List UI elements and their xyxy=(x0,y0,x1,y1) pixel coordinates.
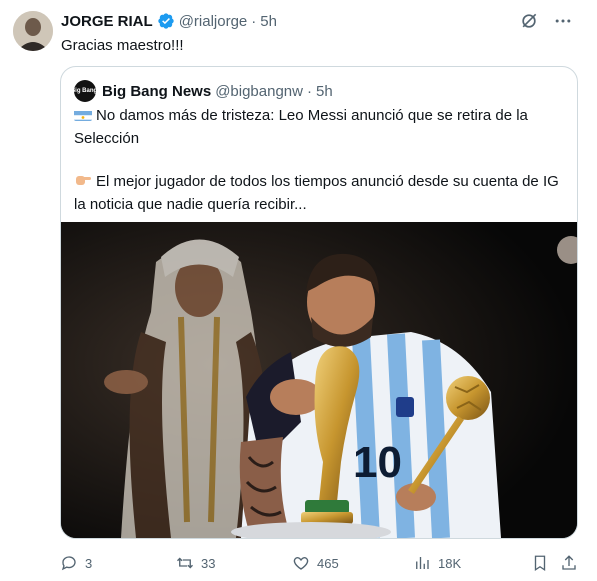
retweet-count: 33 xyxy=(201,555,216,571)
quoted-header-separator: · xyxy=(306,82,312,100)
share-button[interactable] xyxy=(560,553,578,573)
quoted-tweet-header: Big Bang! Big Bang News @bigbangnw · 5h xyxy=(71,80,333,102)
verified-badge-icon xyxy=(158,13,174,29)
share-icon xyxy=(562,555,576,570)
reply-count: 3 xyxy=(85,555,93,571)
bookmark-icon xyxy=(534,555,546,572)
quoted-text-line2: El mejor jugador de todos los tiempos an… xyxy=(74,173,559,213)
quoted-tweet-photo[interactable]: 10 xyxy=(61,222,577,538)
author-avatar[interactable] xyxy=(13,11,53,51)
bookmark-button[interactable] xyxy=(531,553,549,573)
tweet-action-bar: 3 33 465 18K xyxy=(60,553,578,573)
views-button[interactable]: 18K xyxy=(413,553,461,573)
grok-icon[interactable] xyxy=(519,11,539,31)
tweet-top-actions xyxy=(519,11,573,31)
avatar-image xyxy=(13,11,53,51)
messi-trophy-photo: 10 xyxy=(61,222,577,538)
tweet-header: JORGE RIAL @rialjorge · 5h xyxy=(61,12,277,30)
analytics-icon xyxy=(416,557,429,569)
quoted-author-handle[interactable]: @bigbangnw xyxy=(215,83,303,100)
reply-button[interactable]: 3 xyxy=(60,553,92,573)
author-handle[interactable]: @rialjorge xyxy=(179,13,248,30)
quoted-author-avatar[interactable]: Big Bang! xyxy=(71,80,99,102)
quoted-tweet-card[interactable]: Big Bang! Big Bang News @bigbangnw · 5h … xyxy=(60,66,578,539)
reply-icon xyxy=(61,556,76,571)
tweet-text: Gracias maestro!!! xyxy=(61,37,184,54)
argentina-flag-icon xyxy=(74,108,92,121)
retweet-icon xyxy=(177,557,193,569)
heart-icon xyxy=(293,557,309,570)
tweet-time[interactable]: 5h xyxy=(260,13,277,30)
jersey-number: 10 xyxy=(353,438,402,487)
quoted-tweet-time[interactable]: 5h xyxy=(316,83,333,100)
like-button[interactable]: 465 xyxy=(292,553,339,573)
quoted-text-line1: No damos más de tristeza: Leo Messi anun… xyxy=(74,107,528,147)
header-separator: · xyxy=(251,12,257,30)
author-name[interactable]: JORGE RIAL xyxy=(61,13,153,30)
views-count: 18K xyxy=(438,555,462,571)
pointing-hand-icon xyxy=(74,171,92,185)
more-options-icon[interactable] xyxy=(553,11,573,31)
quoted-tweet-text: No damos más de tristeza: Leo Messi anun… xyxy=(74,104,566,216)
retweet-button[interactable]: 33 xyxy=(176,553,215,573)
quoted-author-name[interactable]: Big Bang News xyxy=(102,83,211,100)
like-count: 465 xyxy=(317,555,339,571)
